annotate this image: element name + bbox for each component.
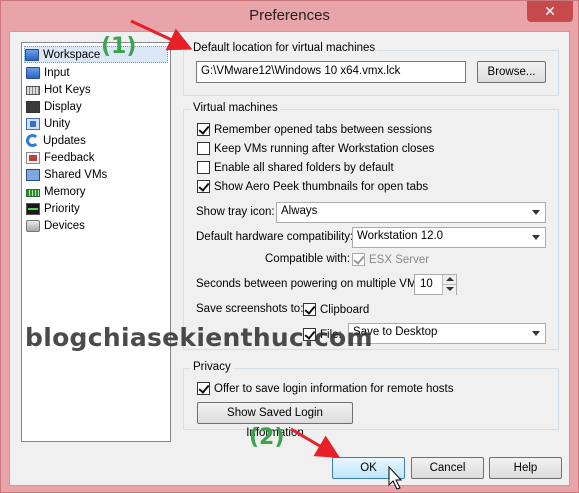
mouse-cursor-icon: [388, 465, 403, 490]
preferences-window: Preferences ✕ Workspace Input Hot Keys D…: [0, 0, 579, 493]
step-1-arrow: [130, 19, 193, 51]
step-2-arrow: [290, 427, 341, 459]
annotation-arrows: [130, 19, 403, 490]
